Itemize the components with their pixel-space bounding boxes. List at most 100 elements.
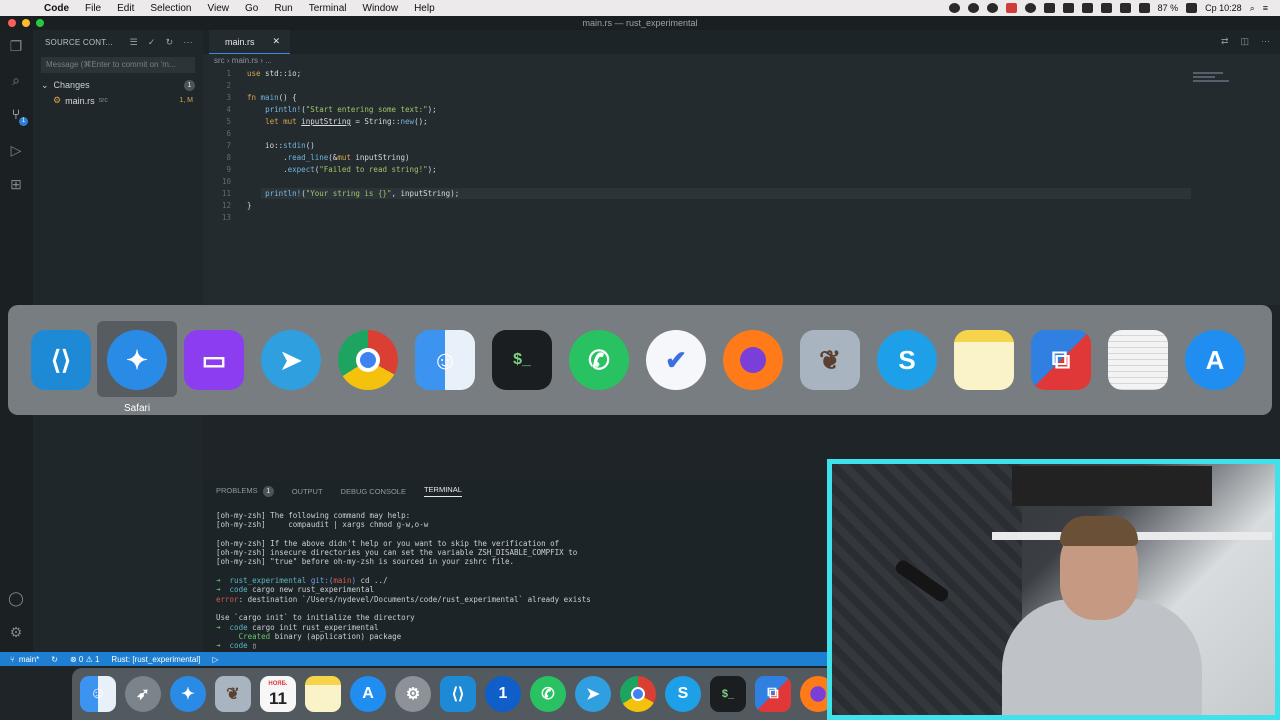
dock-vscode-icon[interactable]: ⟨⟩ — [440, 676, 476, 712]
menu-view[interactable]: View — [200, 3, 238, 14]
dock-parallels-icon[interactable]: ⧉ — [755, 676, 791, 712]
record-icon[interactable] — [967, 3, 979, 13]
headphones-icon[interactable] — [1024, 3, 1036, 13]
commit-message-input[interactable]: Message (⌘Enter to commit on 'm... — [41, 57, 195, 73]
dock-safari-icon[interactable]: ✦ — [170, 676, 206, 712]
line-number: 8 — [226, 153, 231, 162]
switcher-app-vscode[interactable]: ⟨⟩ — [28, 327, 94, 393]
dock-onepassword-icon[interactable]: 1 — [485, 676, 521, 712]
menu-run[interactable]: Run — [266, 3, 300, 14]
close-window-button[interactable] — [8, 19, 16, 27]
dock-finder-icon[interactable]: ☺ — [80, 676, 116, 712]
changed-file-item[interactable]: ⚙ main.rs src 1, M — [33, 93, 203, 108]
tab-terminal[interactable]: TERMINAL — [423, 485, 462, 497]
control-center-icon[interactable]: ≡ — [1263, 3, 1268, 13]
sync-icon[interactable]: ↻ — [51, 655, 58, 664]
wifi-icon[interactable] — [1119, 3, 1131, 13]
menu-file[interactable]: File — [77, 3, 109, 14]
editor-more-icon[interactable]: ··· — [1261, 36, 1270, 47]
tab-problems[interactable]: PROBLEMS 1 — [216, 485, 274, 497]
dock-skype-icon[interactable]: S — [665, 676, 701, 712]
open-changes-icon[interactable]: ⇄ — [1221, 36, 1229, 47]
minimap[interactable] — [1193, 72, 1263, 86]
cloud-icon[interactable] — [948, 3, 960, 13]
dock-calendar-icon[interactable]: НОЯБ. 11 — [260, 676, 296, 712]
switcher-app-ticktick[interactable]: ✔ — [643, 327, 709, 393]
status-branch[interactable]: main* — [19, 655, 39, 664]
dock-chrome-icon[interactable] — [620, 676, 656, 712]
source-control-icon[interactable]: ⑂ 1 — [8, 106, 28, 126]
switcher-app-firefox[interactable] — [720, 327, 786, 393]
tab-debug-console[interactable]: DEBUG CONSOLE — [341, 487, 406, 496]
editor-tabs: main.rs ✕ ⇄ ◫ ··· — [203, 30, 1280, 54]
dock-launchpad-rocket-icon[interactable]: ➶ — [125, 676, 161, 712]
switcher-app-appstore[interactable]: A — [1182, 327, 1248, 393]
extensions-icon[interactable]: ⊞ — [8, 176, 24, 192]
volume-icon[interactable] — [1138, 3, 1150, 13]
play-icon[interactable]: ▷ — [212, 655, 218, 664]
switcher-app-terminal[interactable]: $_ — [489, 327, 555, 393]
switcher-app-finder[interactable]: ☺ — [412, 327, 478, 393]
monitor-shelf — [1012, 466, 1212, 506]
commit-check-icon[interactable]: ✓ — [148, 37, 156, 48]
explorer-icon[interactable]: ❐ — [8, 38, 24, 54]
dock-whatsapp-icon[interactable]: ✆ — [530, 676, 566, 712]
account-icon[interactable]: ◯ — [8, 590, 24, 606]
list-view-icon[interactable]: ☰ — [130, 37, 138, 48]
battery-percent[interactable]: 87 % — [1158, 3, 1179, 13]
battery-icon[interactable] — [1186, 3, 1198, 13]
switcher-app-telegram[interactable]: ➤ — [258, 327, 324, 393]
search-icon[interactable]: ⌕ — [8, 72, 24, 88]
switcher-app-twitch[interactable]: ▭ — [181, 327, 247, 393]
onepassword-icon[interactable] — [986, 3, 998, 13]
switcher-app-textedit[interactable] — [1105, 327, 1171, 393]
menu-edit[interactable]: Edit — [109, 3, 142, 14]
dock-telegram-icon[interactable]: ➤ — [575, 676, 611, 712]
dock-terminal-icon[interactable]: $_ — [710, 676, 746, 712]
more-actions-icon[interactable]: ··· — [183, 37, 193, 48]
input-source-icon[interactable] — [1100, 3, 1112, 13]
code-editor[interactable]: 1 2 3 4 5 6 7 8 9 10 11 12 13 use std::io; fn main()… — [203, 68, 1280, 305]
switcher-app-skype[interactable]: S — [874, 327, 940, 393]
menu-go[interactable]: Go — [237, 3, 266, 14]
switcher-app-whatsapp[interactable]: ✆ — [566, 327, 632, 393]
grid-icon[interactable] — [1081, 3, 1093, 13]
switcher-app-notes[interactable] — [951, 327, 1017, 393]
split-editor-icon[interactable]: ◫ — [1240, 36, 1249, 47]
line-number: 5 — [226, 117, 231, 126]
menu-window[interactable]: Window — [355, 3, 407, 14]
switcher-app-preview[interactable]: ❦ — [797, 327, 863, 393]
dock-notes-icon[interactable] — [305, 676, 341, 712]
bluetooth-icon[interactable] — [1043, 3, 1055, 13]
dock-preview-icon[interactable]: ❦ — [215, 676, 251, 712]
dock-system-preferences-gear-icon[interactable]: ⚙ — [395, 676, 431, 712]
settings-gear-icon[interactable]: ⚙ — [8, 624, 24, 640]
status-rust[interactable]: Rust: [rust_experimental] — [111, 655, 200, 664]
breadcrumb[interactable]: src › main.rs › ... — [203, 54, 1280, 68]
dock-app-store-icon[interactable]: A — [350, 676, 386, 712]
spotlight-icon[interactable]: ⌕ — [1250, 3, 1255, 14]
status-problems[interactable]: ⊗ 0 ⚠ 1 — [70, 655, 99, 664]
minimize-window-button[interactable] — [22, 19, 30, 27]
keyboard-icon[interactable] — [1062, 3, 1074, 13]
menu-help[interactable]: Help — [406, 3, 443, 14]
menu-terminal[interactable]: Terminal — [301, 3, 355, 14]
parallels-icon[interactable] — [1005, 3, 1017, 13]
changed-file-dir: src — [98, 97, 108, 104]
tab-output[interactable]: OUTPUT — [292, 487, 323, 496]
menu-app-name[interactable]: Code — [36, 3, 77, 14]
code-line: let mut inputString = String::new(); — [265, 117, 428, 126]
clock[interactable]: Ср 10:28 — [1205, 3, 1242, 13]
refresh-icon[interactable]: ↻ — [166, 37, 174, 48]
switcher-app-parallels[interactable]: ⧉ — [1028, 327, 1094, 393]
branch-icon[interactable]: ⑂ — [10, 655, 15, 664]
zoom-window-button[interactable] — [36, 19, 44, 27]
menu-selection[interactable]: Selection — [142, 3, 199, 14]
run-debug-icon[interactable]: ▷ — [8, 142, 24, 158]
sidebar-title: SOURCE CONT... — [45, 37, 113, 47]
tab-main-rs[interactable]: main.rs ✕ — [209, 30, 291, 54]
switcher-app-chrome[interactable] — [335, 327, 401, 393]
changes-group[interactable]: ⌄ Changes 1 — [33, 77, 203, 93]
close-tab-icon[interactable]: ✕ — [273, 36, 281, 47]
switcher-app-safari[interactable]: ✦ — [104, 327, 170, 393]
